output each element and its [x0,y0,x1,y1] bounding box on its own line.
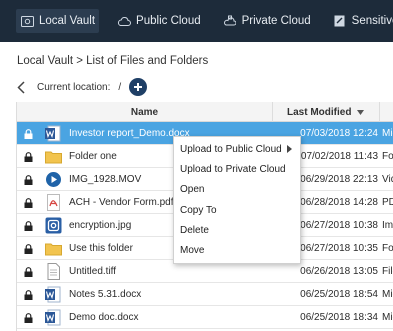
file-name: ACH - Vendor Form.pdf [69,197,174,208]
lock-icon [24,175,33,185]
file-last-modified: 06/25/2018 18:54 [300,289,378,300]
context-menu-item[interactable]: Upload to Private Cloud [174,159,300,179]
menu-item-label: Upload to Private Cloud [180,163,286,175]
column-header-label: Last Modified [287,107,352,118]
nav-sensitive[interactable]: Sensitive [329,9,393,33]
context-menu-item[interactable]: Copy To [174,200,300,220]
nav-public-cloud[interactable]: Public Cloud [113,9,205,33]
folder-icon [45,240,62,257]
file-name: IMG_1928.MOV [69,174,142,185]
lock-icon [24,152,33,162]
lock-icon [24,267,33,277]
location-label: Current location: [37,81,111,93]
nav-private-cloud[interactable]: Private Cloud [219,9,315,33]
sensitive-icon [333,15,347,27]
table-header: Name Last Modified [17,102,393,122]
pdf-icon [45,194,62,211]
context-menu-item[interactable]: Upload to Public Cloud [174,139,300,159]
location-bar: Current location: / [17,77,148,97]
nav-label: Public Cloud [136,15,201,27]
menu-item-label: Copy To [180,204,217,216]
breadcrumb: Local Vault > List of Files and Folders [17,55,209,67]
file-name: encryption.jpg [69,220,132,231]
sort-desc-icon [357,110,365,115]
private-cloud-icon [223,15,237,27]
file-icon [45,263,62,280]
lock-icon [24,290,33,300]
video-icon [45,171,62,188]
file-type: Mic [382,289,393,300]
context-menu-item[interactable]: Move [174,240,300,260]
back-chevron-icon[interactable] [17,80,29,94]
nav-label: Private Cloud [241,15,311,27]
file-name: Use this folder [69,243,133,254]
file-type: Ima [382,220,393,231]
menu-item-label: Delete [180,224,209,236]
lock-icon [24,244,33,254]
file-name: Notes 5.31.docx [69,289,142,300]
lock-icon [24,313,33,323]
menu-item-label: Move [180,245,205,257]
column-header-last-modified[interactable]: Last Modified [287,107,365,118]
file-name: Investor report_Demo.docx [69,128,190,139]
image-icon [45,217,62,234]
menu-item-label: Open [180,184,205,196]
file-type: File [382,266,393,277]
file-name: Folder one [69,151,117,162]
file-type: PD [382,197,393,208]
menu-item-label: Upload to Public Cloud [180,143,282,155]
lock-icon [24,129,33,139]
context-menu-item[interactable]: Delete [174,220,300,240]
table-row[interactable]: Demo doc.docx 06/25/2018 18:34 Mic [17,306,393,329]
nav-local-vault[interactable]: Local Vault [16,9,100,33]
lock-icon [24,221,33,231]
top-navigation: Local Vault Public Cloud Private Cloud S… [0,0,393,42]
vault-icon [20,15,34,27]
column-header-name[interactable]: Name [17,107,272,118]
table-row[interactable]: Notes 5.31.docx 06/25/2018 18:54 Mic [17,283,393,306]
nav-label: Local Vault [39,15,96,27]
column-divider [379,102,380,122]
file-name: Demo doc.docx [69,312,139,323]
location-path: / [118,81,122,93]
file-type: Mic [382,128,393,139]
file-type: Vid [382,174,393,185]
file-last-modified: 06/25/2018 18:34 [300,312,378,323]
nav-label: Sensitive [351,15,393,27]
file-type: Fol [382,243,393,254]
plus-icon [134,83,143,91]
context-menu: Upload to Public Cloud Upload to Private … [173,136,301,264]
lock-icon [24,198,33,208]
context-menu-item[interactable]: Open [174,180,300,200]
folder-icon [45,148,62,165]
word-doc-icon [45,309,62,326]
word-doc-icon [45,286,62,303]
cloud-icon [117,15,132,27]
file-last-modified: 06/26/2018 13:05 [300,266,378,277]
column-divider [272,102,273,122]
file-type: Fol [382,151,393,162]
file-type: Mic [382,312,393,323]
submenu-arrow-icon [287,145,292,153]
add-button[interactable] [129,78,148,96]
file-name: Untitled.tiff [69,266,117,277]
word-doc-icon [45,125,62,142]
